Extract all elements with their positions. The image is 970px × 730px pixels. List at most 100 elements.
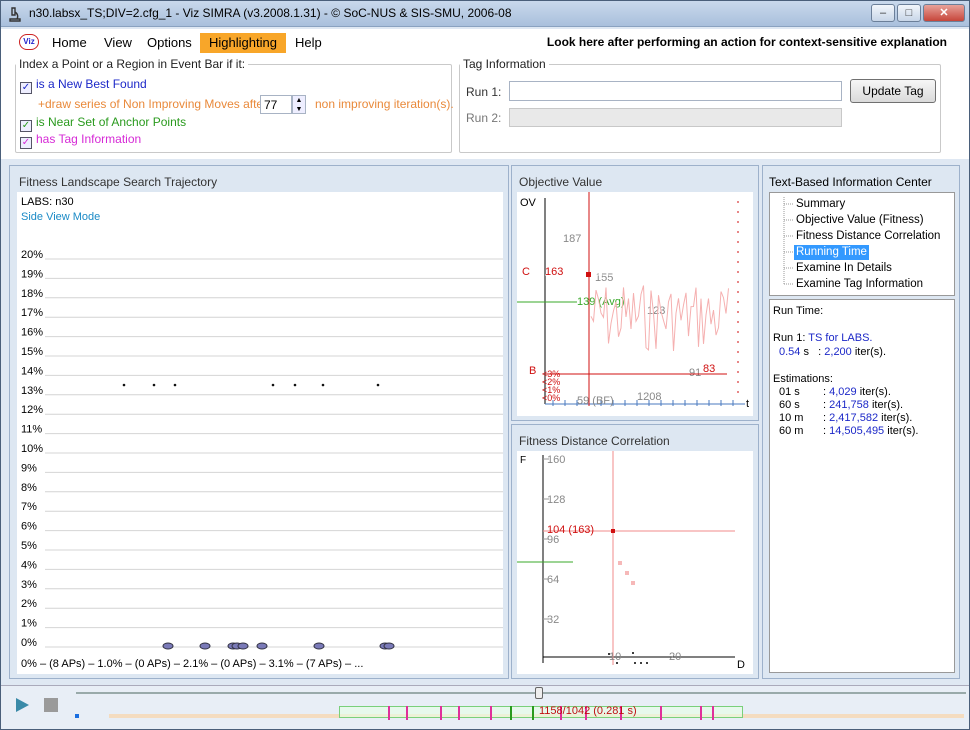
- objective-plot-area[interactable]: OV t 187 155 123 91 139 (Avg) C 163 B 83 <3% <2% <1% <…: [517, 192, 753, 416]
- run-time-line: 0.54 s : 2,200 iter(s).: [779, 346, 887, 358]
- ov-b-label: B: [529, 365, 536, 377]
- context-hint: Look here after performing an action for…: [546, 35, 947, 49]
- menu-view[interactable]: View: [98, 33, 138, 53]
- search-point: [376, 383, 380, 387]
- menu-home[interactable]: Home: [46, 33, 93, 53]
- option-new-best-label: is a New Best Found: [36, 77, 147, 91]
- y-tick-label: 18%: [21, 288, 43, 300]
- ov-current-point: [586, 272, 591, 277]
- ov-y-tick: 187: [563, 233, 581, 245]
- tree-item-summary[interactable]: Summary: [794, 197, 847, 212]
- spinner-arrows-icon[interactable]: ▲ ▼: [292, 95, 306, 114]
- y-tick-label: 0%: [21, 637, 37, 649]
- menu-options[interactable]: Options: [141, 33, 198, 53]
- tree-item-examine-tag[interactable]: Examine Tag Information: [794, 277, 925, 292]
- title-bar: n30.labsx_TS;DIV=2.cfg_1 - Viz SIMRA (v3…: [1, 1, 969, 27]
- ov-avg-label: 139 (Avg): [577, 296, 625, 308]
- estimate-time: 10 m: [779, 412, 804, 424]
- menu-help[interactable]: Help: [289, 33, 328, 53]
- run2-tag-input: [509, 108, 842, 127]
- run-line: Run 1: TS for LABS.: [773, 332, 872, 344]
- non-improving-suffix: non improving iteration(s).: [315, 97, 454, 111]
- anchor-point: [383, 642, 395, 650]
- y-tick-label: 19%: [21, 268, 43, 280]
- close-button[interactable]: ✕: [923, 4, 965, 22]
- fitness-plot-area[interactable]: LABS: n30 Side View Mode 20% 19% 18% 17% 16%…: [17, 192, 503, 674]
- y-tick-label: 4%: [21, 559, 37, 571]
- fdc-scatter-point: [640, 662, 642, 664]
- estimations-heading: Estimations:: [773, 373, 833, 385]
- y-tick-label: 11%: [21, 424, 42, 436]
- tag-group-legend: Tag Information: [463, 57, 546, 71]
- y-tick-label: 7%: [21, 501, 37, 513]
- option-tag-info[interactable]: ✓ has Tag Information: [20, 132, 141, 149]
- anchor-point: [162, 642, 174, 650]
- estimate-unit: iter(s).: [878, 412, 913, 424]
- estimate-time: 60 s: [779, 399, 800, 411]
- fdc-point: [618, 561, 622, 565]
- info-center-panel: Text-Based Information Center Summary Ob…: [762, 165, 960, 679]
- fdc-scatter-point: [616, 662, 618, 664]
- estimate-value: 2,417,582: [829, 412, 879, 424]
- fdc-panel: Fitness Distance Correlation F D 160 128 96 6…: [511, 424, 759, 679]
- index-group: Index a Point or a Region in Event Bar i…: [15, 57, 454, 153]
- checkbox-checked-icon[interactable]: ✓: [20, 82, 32, 94]
- estimate-row: 60 m: 14,505,495 iter(s).: [779, 425, 918, 437]
- non-improving-input[interactable]: [260, 95, 292, 114]
- ov-c-value: 163: [545, 266, 563, 278]
- estimate-time: 01 s: [779, 386, 800, 398]
- y-tick-label: 1%: [21, 618, 37, 630]
- update-tag-button[interactable]: Update Tag: [850, 79, 936, 103]
- fdc-x-tick: 20: [669, 651, 681, 663]
- app-window: n30.labsx_TS;DIV=2.cfg_1 - Viz SIMRA (v3…: [0, 0, 970, 730]
- options-bar: Index a Point or a Region in Event Bar i…: [1, 55, 969, 159]
- anchor-summary-footer: 0% – (8 APs) – 1.0% – (0 APs) – 2.1% – (…: [21, 658, 364, 670]
- info-panel-title: Text-Based Information Center: [769, 175, 932, 189]
- fdc-plot-area[interactable]: F D 160 128 96 64 32 104 (163) 10 20: [517, 451, 753, 674]
- info-tree: Summary Objective Value (Fitness) Fitnes…: [769, 192, 955, 296]
- event-bar-markers: [388, 706, 714, 720]
- objective-value-chart: OVt18715512391139 (Avg)C 163B 83<3%<2%<1%<…: [517, 192, 749, 410]
- fdc-point: [631, 581, 635, 585]
- y-tick-label: 3%: [21, 579, 37, 591]
- estimate-row: 01 s: 4,029 iter(s).: [779, 386, 891, 398]
- run2-label: Run 2:: [466, 111, 502, 125]
- menu-highlighting[interactable]: Highlighting: [200, 33, 286, 53]
- option-anchor-points[interactable]: ✓ is Near Set of Anchor Points: [20, 115, 186, 132]
- window-title: n30.labsx_TS;DIV=2.cfg_1 - Viz SIMRA (v3…: [29, 6, 512, 20]
- tree-item-examine-details[interactable]: Examine In Details: [794, 261, 894, 276]
- ov-x-axis-label: t: [746, 398, 749, 410]
- fitness-landscape-chart: 20% 19% 18% 17% 16% 15% 14% 13% 12% 11% 10% 9% 8% 7% 6…: [21, 249, 503, 650]
- fdc-current-point: [611, 529, 615, 533]
- search-point: [293, 383, 297, 387]
- estimate-unit: iter(s).: [884, 425, 919, 437]
- run1-tag-input[interactable]: [509, 81, 842, 101]
- timeline-track[interactable]: [76, 692, 966, 694]
- fdc-point: [625, 571, 629, 575]
- tree-item-running-time[interactable]: Running Time: [794, 245, 869, 260]
- y-tick-label: 9%: [21, 462, 37, 474]
- search-point: [271, 383, 275, 387]
- fdc-x-tick: 10: [609, 651, 621, 663]
- search-point: [173, 383, 177, 387]
- option-new-best[interactable]: ✓ is a New Best Found: [20, 77, 147, 94]
- ov-b-value: 83: [703, 363, 715, 375]
- checkbox-checked-icon[interactable]: ✓: [20, 120, 32, 132]
- maximize-button[interactable]: □: [897, 4, 921, 22]
- minimize-button[interactable]: –: [871, 4, 895, 22]
- fdc-scatter-point: [646, 662, 648, 664]
- checkbox-checked-icon[interactable]: ✓: [20, 137, 32, 149]
- index-group-legend: Index a Point or a Region in Event Bar i…: [19, 57, 246, 71]
- search-point: [321, 383, 325, 387]
- ov-x-tick-label: 59 (BF): [577, 395, 614, 407]
- y-tick-label: 2%: [21, 598, 37, 610]
- fdc-point-label: 104 (163): [547, 524, 594, 536]
- timeline-slider-handle[interactable]: [535, 687, 543, 699]
- anchor-point: [237, 642, 249, 650]
- tree-item-objective-value[interactable]: Objective Value (Fitness): [794, 213, 926, 228]
- estimate-value: 241,758: [829, 399, 869, 411]
- tree-item-fdc[interactable]: Fitness Distance Correlation: [794, 229, 942, 244]
- y-tick-label: 8%: [21, 482, 37, 494]
- iter-unit: iter(s).: [854, 346, 887, 358]
- fdc-chart: FD160128966432104 (163)10 20: [517, 451, 745, 671]
